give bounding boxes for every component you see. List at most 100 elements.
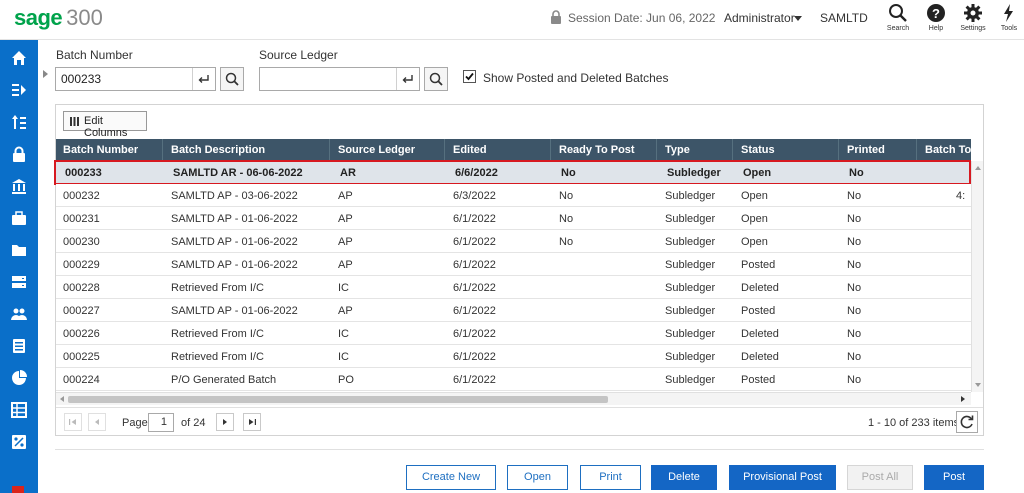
col-ready-to-post[interactable]: Ready To Post [559,144,635,156]
brand-version: 300 [66,5,103,30]
lock-icon[interactable] [11,146,27,162]
scroll-right-icon[interactable] [958,393,968,405]
cell-desc: Retrieved From I/C [171,351,264,363]
first-page-button[interactable] [64,413,82,431]
provisional-post-button[interactable]: Provisional Post [729,465,836,490]
cell-type: Subledger [665,351,716,363]
cell-ledger: AP [338,236,353,248]
table-row[interactable]: 000232 SAMLTD AP - 03-06-2022 AP 6/3/2022 No… [56,184,971,207]
cell-type: Subledger [667,167,721,179]
cell-edited: 6/1/2022 [453,328,496,340]
cell-desc: P/O Generated Batch [171,374,277,386]
table-row[interactable]: 000228 Retrieved From I/C IC 6/1/2022 Subled… [56,276,971,299]
company-name[interactable]: SAMLTD [820,11,868,25]
table-row[interactable]: 000224 P/O Generated Batch PO 6/1/2022 Suble… [56,368,971,391]
show-posted-checkbox[interactable] [463,70,476,83]
home-icon[interactable] [11,50,27,66]
col-status[interactable]: Status [741,144,775,156]
cell-total: 4: [956,190,966,202]
server-icon[interactable] [11,274,27,290]
horizontal-scrollbar[interactable] [56,392,971,405]
folder-icon[interactable] [11,242,27,258]
document-icon[interactable] [11,338,27,354]
scroll-up-icon[interactable] [972,163,984,173]
table-row[interactable]: 000231 SAMLTD AP - 01-06-2022 AP 6/1/2022 No… [56,207,971,230]
col-batch-number[interactable]: Batch Number [63,144,138,156]
create-new-button[interactable]: Create New [406,465,496,490]
refresh-button[interactable] [956,411,978,433]
last-page-button[interactable] [243,413,261,431]
post-all-button[interactable]: Post All [847,465,913,490]
next-page-button[interactable] [216,413,234,431]
table-row[interactable]: 000226 Retrieved From I/C IC 6/1/2022 Subled… [56,322,971,345]
import-icon[interactable] [11,82,27,98]
cell-desc: Retrieved From I/C [171,328,264,340]
search-tool[interactable]: Search [880,3,916,32]
user-menu[interactable]: Administrator [724,11,795,25]
source-ledger-enter-button[interactable] [396,68,420,90]
batch-number-finder-button[interactable] [220,67,244,91]
percent-icon[interactable] [11,434,27,450]
table-row[interactable]: 000233 SAMLTD AR - 06-06-2022 AR 6/6/2022 No… [54,160,971,185]
show-posted-label[interactable]: Show Posted and Deleted Batches [483,71,668,85]
table-row[interactable]: 000229 SAMLTD AP - 01-06-2022 AP 6/1/2022 Su… [56,253,971,276]
gear-icon [964,4,982,22]
post-button[interactable]: Post [924,465,984,490]
table-row[interactable]: 000230 SAMLTD AP - 01-06-2022 AP 6/1/2022 No… [56,230,971,253]
source-ledger-finder-button[interactable] [424,67,448,91]
col-printed[interactable]: Printed [847,144,885,156]
cell-desc: SAMLTD AP - 01-06-2022 [171,305,298,317]
scroll-down-icon[interactable] [972,380,984,390]
cell-status: Open [741,236,768,248]
horizontal-scroll-thumb[interactable] [68,396,608,403]
table-row[interactable]: 000225 Retrieved From I/C IC 6/1/2022 Subled… [56,345,971,368]
bank-icon[interactable] [11,178,27,194]
cell-batch: 000231 [63,213,100,225]
table-icon[interactable] [11,402,27,418]
settings-tool[interactable]: Settings [955,3,991,32]
chevron-down-icon[interactable] [794,16,802,21]
cell-batch: 000233 [65,167,102,179]
sidebar [0,40,38,493]
sort-icon[interactable] [11,114,27,130]
col-batch-description[interactable]: Batch Description [171,144,265,156]
tools-tool[interactable]: Tools [994,3,1024,32]
scroll-left-icon[interactable] [57,393,67,405]
print-button[interactable]: Print [580,465,641,490]
delete-button[interactable]: Delete [651,465,717,490]
cell-status: Deleted [741,282,779,294]
expand-arrow-icon[interactable] [43,70,48,78]
cell-desc: SAMLTD AP - 01-06-2022 [171,259,298,271]
first-page-icon [69,419,76,425]
col-source-ledger[interactable]: Source Ledger [338,144,415,156]
cell-printed: No [849,167,864,179]
batch-number-enter-button[interactable] [192,68,216,90]
cell-edited: 6/3/2022 [453,190,496,202]
vertical-scrollbar[interactable] [971,161,983,392]
svg-text:?: ? [932,6,940,21]
open-button[interactable]: Open [507,465,568,490]
edit-columns-button[interactable]: Edit Columns [63,111,147,139]
briefcase-icon[interactable] [11,210,27,226]
source-ledger-label: Source Ledger [259,48,338,62]
page-number-input[interactable]: 1 [148,413,174,432]
cell-printed: No [847,351,862,363]
col-edited[interactable]: Edited [453,144,487,156]
search-icon [889,4,907,22]
cell-printed: No [847,213,862,225]
users-icon[interactable] [11,306,27,322]
search-tool-label: Search [886,25,910,32]
help-tool[interactable]: ? Help [918,3,954,32]
cell-batch: 000229 [63,259,100,271]
prev-page-icon [95,419,99,425]
col-batch-total[interactable]: Batch Tota [925,144,981,156]
cell-type: Subledger [665,236,716,248]
cell-ready: No [559,236,574,248]
cell-edited: 6/1/2022 [453,259,496,271]
col-type[interactable]: Type [665,144,690,156]
table-row[interactable]: 000227 SAMLTD AP - 01-06-2022 AP 6/1/2022 Su… [56,299,971,322]
cell-type: Subledger [665,305,716,317]
cell-ledger: IC [338,328,349,340]
pie-chart-icon[interactable] [11,370,27,386]
prev-page-button[interactable] [88,413,106,431]
